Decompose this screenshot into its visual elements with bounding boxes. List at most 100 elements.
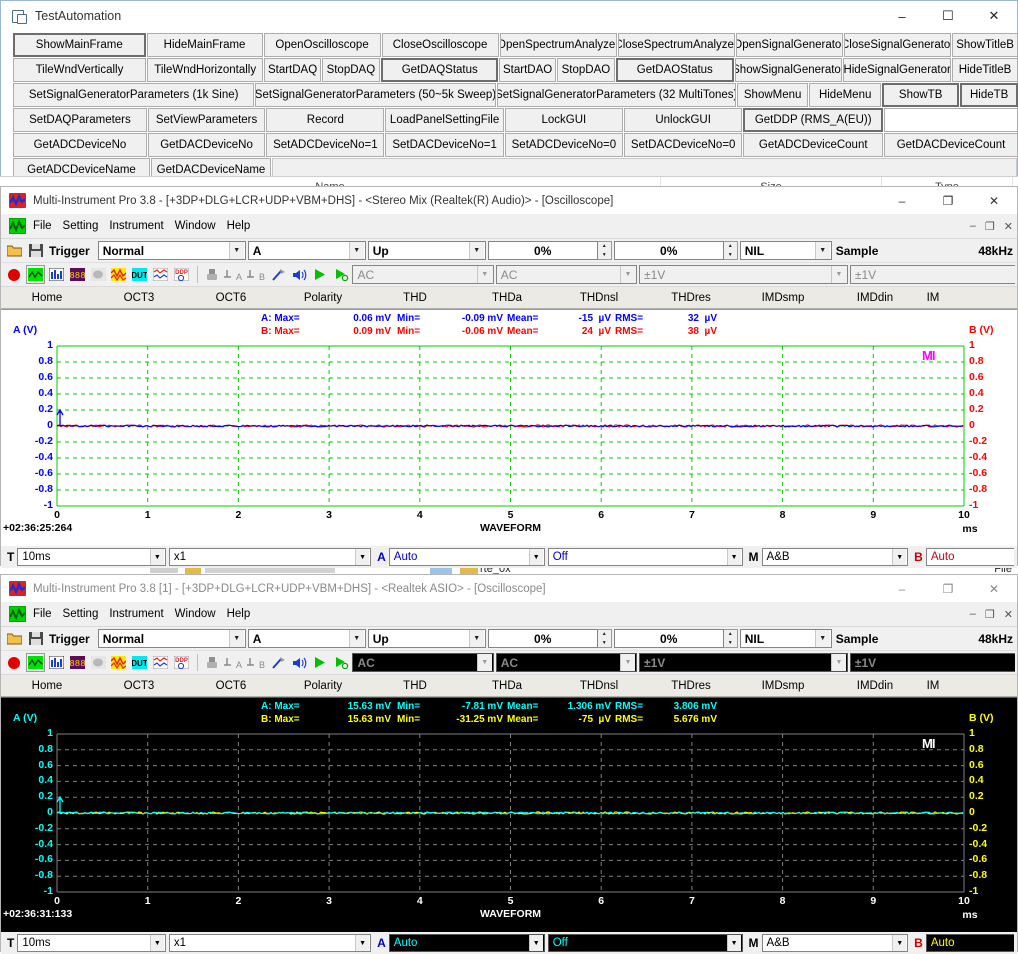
record-icon[interactable] <box>5 653 24 672</box>
scope2-tab-thd[interactable]: THD <box>369 680 461 692</box>
scope1-tab-polarity[interactable]: Polarity <box>277 292 369 304</box>
scope2-tab-imdsmp[interactable]: IMDsmp <box>737 680 829 692</box>
open-folder-icon[interactable] <box>5 629 24 648</box>
3d-plot-icon[interactable] <box>89 653 108 672</box>
chevron-down-icon[interactable]: ▼ <box>892 935 906 951</box>
automation-button-openspectrumanalyzer[interactable]: OpenSpectrumAnalyzer <box>500 33 617 57</box>
coupling-b-combo[interactable]: AC▼ <box>496 265 637 284</box>
waveform-icon[interactable] <box>26 265 45 284</box>
ground-a-icon[interactable]: A <box>223 653 244 672</box>
range-a-combo[interactable]: ±1V▼ <box>639 265 848 284</box>
scope2-tab-im[interactable]: IM <box>921 680 945 692</box>
ground-a-icon[interactable]: A <box>223 265 244 284</box>
scope1-tab-thd[interactable]: THD <box>369 292 461 304</box>
scope2-timebase-combo[interactable]: 10ms▼ <box>17 934 166 952</box>
ddp-icon[interactable]: DDP <box>172 265 191 284</box>
chevron-down-icon[interactable]: ▼ <box>620 654 635 671</box>
automation-button-hidetitleb[interactable]: HideTitleB <box>952 58 1018 82</box>
ground-b-icon[interactable]: B <box>246 265 267 284</box>
chevron-down-icon[interactable]: ▼ <box>150 549 164 565</box>
automation-button-hidemenu[interactable]: HideMenu <box>809 83 881 107</box>
mdi-minimize-button[interactable]: – <box>970 220 976 233</box>
automation-button-showmenu[interactable]: ShowMenu <box>737 83 809 107</box>
scope2-tab-oct3[interactable]: OCT3 <box>93 680 185 692</box>
scope2-math-combo[interactable]: A&B▼ <box>762 934 909 952</box>
automation-button-startdaq[interactable]: StartDAQ <box>264 58 320 82</box>
spin-up-icon[interactable]: ▲ <box>598 630 611 639</box>
scope2-tab-thdres[interactable]: THDres <box>645 680 737 692</box>
dut-icon[interactable]: DUT <box>130 653 149 672</box>
automation-button-getadcdevicecount[interactable]: GetADCDeviceCount <box>743 133 883 157</box>
automation-button-getdaqstatus[interactable]: GetDAQStatus <box>381 58 498 82</box>
chevron-down-icon[interactable]: ▼ <box>831 266 846 283</box>
scope2-close-button[interactable]: ✕ <box>971 576 1017 602</box>
scope1-minimize-button[interactable]: – <box>879 188 925 214</box>
trigger-level-spinner[interactable]: 0%▲▼ <box>488 241 612 260</box>
maximize-button[interactable]: ☐ <box>925 2 971 31</box>
automation-button-closespectrumanalyzer[interactable]: CloseSpectrumAnalyzer <box>618 33 735 57</box>
ground-b-icon[interactable]: B <box>246 653 267 672</box>
automation-button-getdaostatus[interactable]: GetDAOStatus <box>616 58 733 82</box>
chevron-down-icon[interactable]: ▼ <box>727 549 741 565</box>
automation-button-loadpanelsettingfile[interactable]: LoadPanelSettingFile <box>385 108 503 132</box>
spin-up-icon[interactable]: ▲ <box>724 242 737 251</box>
scope2-tab-oct6[interactable]: OCT6 <box>185 680 277 692</box>
scope1-b-combo[interactable]: Auto <box>926 548 1014 566</box>
3d-plot-icon[interactable] <box>89 265 108 284</box>
scope1-close-button[interactable]: ✕ <box>971 188 1017 214</box>
minimize-button[interactable]: – <box>879 2 925 31</box>
range-b-combo[interactable]: ±1V <box>850 265 1015 284</box>
calibrate-icon[interactable] <box>269 653 288 672</box>
menu-help[interactable]: Help <box>227 608 251 620</box>
trigger-slope-combo[interactable]: Up▼ <box>368 629 486 648</box>
save-disk-icon[interactable] <box>26 241 45 260</box>
printer-icon[interactable] <box>202 653 221 672</box>
hold-combo[interactable]: NIL▼ <box>740 629 832 648</box>
automation-button-setdacdeviceno-0[interactable]: SetDACDeviceNo=0 <box>624 133 742 157</box>
chevron-down-icon[interactable]: ▼ <box>229 242 244 259</box>
menu-instrument[interactable]: Instrument <box>109 608 163 620</box>
automation-button-tilewndvertically[interactable]: TileWndVertically <box>13 58 146 82</box>
automation-button-startdao[interactable]: StartDAO <box>499 58 555 82</box>
automation-button-showsignalgenerator[interactable]: ShowSignalGenerator <box>735 58 843 82</box>
chevron-down-icon[interactable]: ▼ <box>469 630 484 647</box>
run-icon[interactable] <box>311 265 330 284</box>
scope2-restore-button[interactable]: ❐ <box>925 576 971 602</box>
chevron-down-icon[interactable]: ▼ <box>892 549 906 565</box>
automation-button-stopdao[interactable]: StopDAO <box>557 58 615 82</box>
chevron-down-icon[interactable]: ▼ <box>349 630 364 647</box>
mdi-close-button[interactable]: ✕ <box>1004 220 1013 233</box>
run-once-icon[interactable] <box>332 265 351 284</box>
data-logger-icon[interactable] <box>151 265 170 284</box>
automation-button-unlockgui[interactable]: UnlockGUI <box>624 108 742 132</box>
scope2-b-combo[interactable]: Auto <box>926 934 1014 952</box>
automation-button-getadcdeviceno[interactable]: GetADCDeviceNo <box>13 133 147 157</box>
scope1-restore-button[interactable]: ❐ <box>925 188 971 214</box>
trigger-source-combo[interactable]: A▼ <box>248 629 366 648</box>
data-logger-icon[interactable] <box>151 653 170 672</box>
digital-display-icon[interactable]: 888 <box>68 265 87 284</box>
scope1-tab-imddin[interactable]: IMDdin <box>829 292 921 304</box>
range-a-combo[interactable]: ±1V▼ <box>639 653 848 672</box>
multimeter-icon[interactable] <box>110 653 129 672</box>
spin-down-icon[interactable]: ▼ <box>724 251 737 260</box>
coupling-a-combo[interactable]: AC▼ <box>352 653 493 672</box>
scope1-tab-im[interactable]: IM <box>921 292 945 304</box>
menu-window[interactable]: Window <box>175 608 216 620</box>
trigger-source-combo[interactable]: A▼ <box>248 241 366 260</box>
chevron-down-icon[interactable]: ▼ <box>349 242 364 259</box>
chevron-down-icon[interactable]: ▼ <box>469 242 484 259</box>
coupling-b-combo[interactable]: AC▼ <box>496 653 637 672</box>
chevron-down-icon[interactable]: ▼ <box>529 549 543 565</box>
chevron-down-icon[interactable]: ▼ <box>620 266 635 283</box>
chevron-down-icon[interactable]: ▼ <box>477 654 492 671</box>
automation-button-getddp-rms-a-eu[interactable]: GetDDP (RMS_A(EU)) <box>743 108 883 132</box>
scope2-zoom-combo[interactable]: x1▼ <box>169 934 371 952</box>
menu-file[interactable]: File <box>33 220 52 232</box>
scope2-tab-imddin[interactable]: IMDdin <box>829 680 921 692</box>
menu-setting[interactable]: Setting <box>63 220 99 232</box>
run-once-icon[interactable] <box>332 653 351 672</box>
automation-button-stopdaq[interactable]: StopDAQ <box>322 58 380 82</box>
scope1-tab-oct6[interactable]: OCT6 <box>185 292 277 304</box>
result-output-field[interactable] <box>884 108 1018 132</box>
